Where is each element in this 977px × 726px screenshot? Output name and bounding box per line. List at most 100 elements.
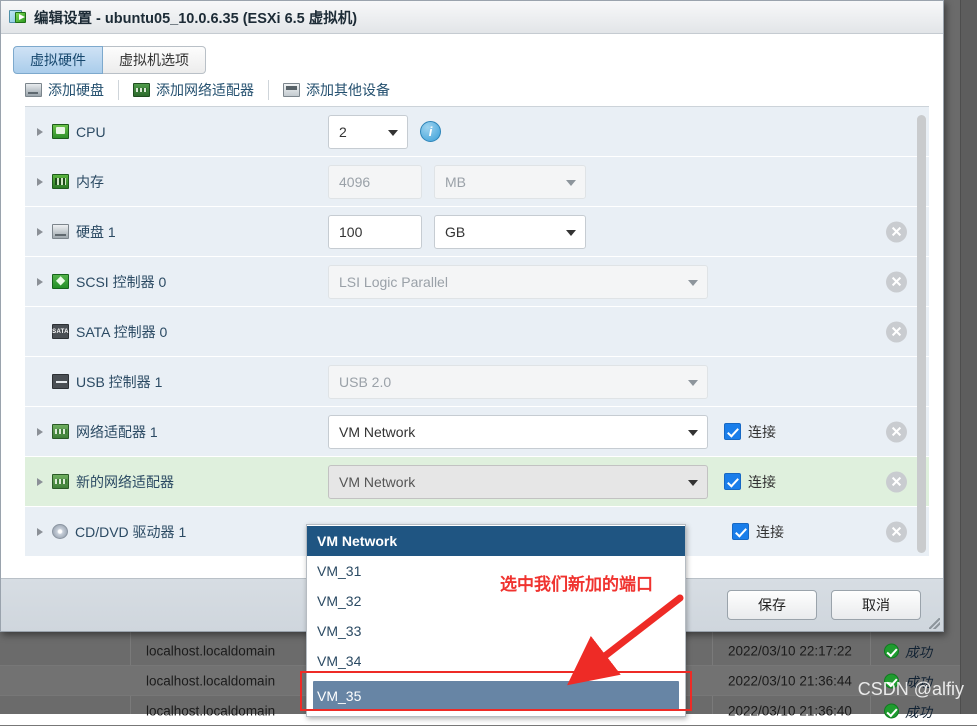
device-row-hard-disk-1[interactable]: 硬盘 1 100 GB bbox=[25, 207, 929, 257]
device-row-usb-controller-1[interactable]: USB 控制器 1 USB 2.0 bbox=[25, 357, 929, 407]
usb-version-value: USB 2.0 bbox=[339, 374, 391, 390]
expand-arrow-icon[interactable] bbox=[36, 227, 45, 237]
device-label: SCSI 控制器 0 bbox=[76, 272, 166, 292]
expand-arrow-icon[interactable] bbox=[36, 477, 45, 487]
remove-device-button[interactable] bbox=[886, 471, 907, 492]
device-row-sata-controller-0[interactable]: SATA SATA 控制器 0 bbox=[25, 307, 929, 357]
memory-icon bbox=[52, 174, 69, 189]
remove-device-button[interactable] bbox=[886, 521, 907, 542]
resize-grip[interactable] bbox=[929, 618, 940, 629]
device-value-cell: 2 i bbox=[306, 107, 929, 156]
success-icon bbox=[884, 643, 899, 658]
expand-arrow-icon[interactable] bbox=[36, 177, 45, 187]
add-hard-disk-button[interactable]: 添加硬盘 bbox=[25, 80, 118, 100]
expand-arrow-placeholder bbox=[36, 327, 45, 337]
remove-device-button[interactable] bbox=[886, 221, 907, 242]
other-device-icon bbox=[283, 83, 300, 97]
device-row-new-network-adapter[interactable]: 新的网络适配器 VM Network 连接 bbox=[25, 457, 929, 507]
chevron-down-icon bbox=[388, 130, 398, 136]
network-1-portgroup-select[interactable]: VM Network bbox=[328, 415, 708, 449]
chevron-down-icon bbox=[688, 280, 698, 286]
hard-disk-icon bbox=[25, 83, 42, 97]
device-label: CPU bbox=[76, 124, 106, 140]
network-adapter-icon bbox=[52, 424, 69, 439]
cd-dvd-icon bbox=[52, 524, 68, 539]
device-name-cell: CD/DVD 驱动器 1 bbox=[25, 507, 306, 556]
connect-label: 连接 bbox=[748, 422, 776, 442]
disk-size-value: 100 bbox=[339, 224, 362, 240]
add-hard-disk-label: 添加硬盘 bbox=[48, 80, 104, 100]
background-time: 2022/03/10 22:17:22 bbox=[728, 643, 852, 658]
connect-checkbox-group: 连接 bbox=[732, 522, 784, 542]
background-time: 2022/03/10 21:36:44 bbox=[728, 673, 852, 688]
expand-arrow-icon[interactable] bbox=[36, 427, 45, 437]
add-network-adapter-label: 添加网络适配器 bbox=[156, 80, 254, 100]
tab-virtual-hardware[interactable]: 虚拟硬件 bbox=[13, 46, 103, 74]
info-icon[interactable]: i bbox=[420, 121, 441, 142]
remove-device-button[interactable] bbox=[886, 321, 907, 342]
tab-vm-options[interactable]: 虚拟机选项 bbox=[103, 46, 206, 74]
scsi-controller-icon bbox=[52, 274, 69, 289]
expand-arrow-icon[interactable] bbox=[36, 277, 45, 287]
device-value-cell: VM Network 连接 bbox=[306, 407, 929, 456]
device-row-network-adapter-1[interactable]: 网络适配器 1 VM Network 连接 bbox=[25, 407, 929, 457]
disk-size-input[interactable]: 100 bbox=[328, 215, 422, 249]
device-value-cell: 4096 MB bbox=[306, 157, 929, 206]
add-network-adapter-button[interactable]: 添加网络适配器 bbox=[118, 80, 268, 100]
network-1-portgroup-value: VM Network bbox=[339, 424, 415, 440]
new-network-portgroup-select[interactable]: VM Network bbox=[328, 465, 708, 499]
device-label: 网络适配器 1 bbox=[76, 422, 158, 442]
scrollbar-thumb[interactable] bbox=[917, 115, 926, 553]
connect-label: 连接 bbox=[748, 472, 776, 492]
new-network-portgroup-value: VM Network bbox=[339, 474, 415, 490]
device-row-memory[interactable]: 内存 4096 MB bbox=[25, 157, 929, 207]
device-row-cpu[interactable]: CPU 2 i bbox=[25, 107, 929, 157]
connect-label: 连接 bbox=[756, 522, 784, 542]
disk-unit-select[interactable]: GB bbox=[434, 215, 586, 249]
add-other-device-label: 添加其他设备 bbox=[306, 80, 390, 100]
disk-unit-value: GB bbox=[445, 224, 465, 240]
device-name-cell: CPU bbox=[25, 107, 306, 156]
expand-arrow-icon[interactable] bbox=[36, 127, 45, 137]
dropdown-option-vm-network[interactable]: VM Network bbox=[307, 526, 685, 556]
usb-version-select[interactable]: USB 2.0 bbox=[328, 365, 708, 399]
memory-unit-value: MB bbox=[445, 174, 466, 190]
device-value-cell: LSI Logic Parallel bbox=[306, 257, 929, 306]
network-adapter-icon bbox=[52, 474, 69, 489]
chevron-down-icon bbox=[688, 430, 698, 436]
memory-size-input[interactable]: 4096 bbox=[328, 165, 422, 199]
save-button[interactable]: 保存 bbox=[727, 590, 817, 620]
device-name-cell: SCSI 控制器 0 bbox=[25, 257, 306, 306]
add-other-device-button[interactable]: 添加其他设备 bbox=[268, 80, 404, 100]
cpu-count-select[interactable]: 2 bbox=[328, 115, 408, 149]
scsi-type-select[interactable]: LSI Logic Parallel bbox=[328, 265, 708, 299]
device-list: CPU 2 i 内存 4096 MB bbox=[25, 106, 929, 578]
connect-checkbox[interactable] bbox=[724, 423, 741, 440]
tab-bar: 虚拟硬件 虚拟机选项 bbox=[1, 34, 943, 74]
dialog-title: 编辑设置 - ubuntu05_10.0.6.35 (ESXi 6.5 虚拟机) bbox=[34, 7, 357, 28]
usb-controller-icon bbox=[52, 374, 69, 389]
device-name-cell: 新的网络适配器 bbox=[25, 457, 306, 506]
device-list-scrollbar[interactable] bbox=[917, 111, 926, 574]
background-time: 2022/03/10 21:36:40 bbox=[728, 703, 852, 718]
cpu-icon bbox=[52, 124, 69, 139]
background-state: 成功 bbox=[905, 641, 932, 661]
watermark: CSDN @alfiy bbox=[858, 679, 964, 700]
background-state: 成功 bbox=[905, 701, 932, 721]
memory-unit-select[interactable]: MB bbox=[434, 165, 586, 199]
network-adapter-icon bbox=[133, 83, 150, 97]
memory-size-value: 4096 bbox=[339, 174, 370, 190]
remove-device-button[interactable] bbox=[886, 421, 907, 442]
scsi-type-value: LSI Logic Parallel bbox=[339, 274, 448, 290]
device-row-scsi-controller-0[interactable]: SCSI 控制器 0 LSI Logic Parallel bbox=[25, 257, 929, 307]
expand-arrow-icon[interactable] bbox=[36, 527, 45, 537]
connect-checkbox[interactable] bbox=[724, 473, 741, 490]
sata-controller-icon: SATA bbox=[52, 324, 69, 339]
success-icon bbox=[884, 703, 899, 718]
device-name-cell: SATA SATA 控制器 0 bbox=[25, 307, 306, 356]
chevron-down-icon bbox=[566, 180, 576, 186]
cancel-button[interactable]: 取消 bbox=[831, 590, 921, 620]
connect-checkbox[interactable] bbox=[732, 523, 749, 540]
device-value-cell bbox=[306, 307, 929, 356]
remove-device-button[interactable] bbox=[886, 271, 907, 292]
